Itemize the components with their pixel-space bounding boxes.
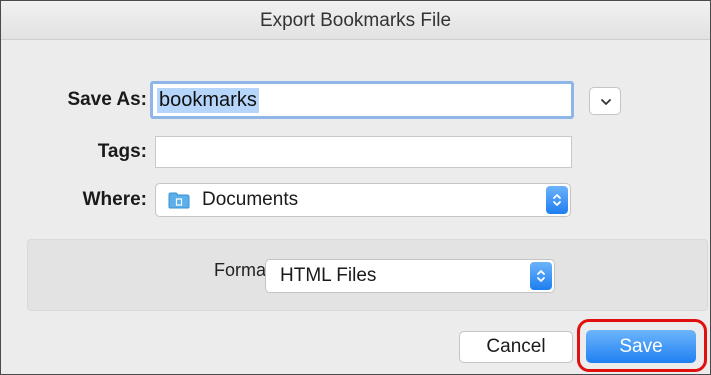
folder-icon bbox=[168, 192, 190, 209]
format-popup-button[interactable]: HTML Files bbox=[265, 259, 555, 293]
expand-dialog-button[interactable] bbox=[589, 87, 621, 115]
format-popup-arrows bbox=[530, 262, 552, 290]
where-value: Documents bbox=[202, 189, 299, 210]
format-label: Format: bbox=[213, 260, 276, 280]
where-label: Where: bbox=[82, 189, 147, 210]
format-value: HTML Files bbox=[280, 265, 377, 286]
save-button[interactable]: Save bbox=[586, 330, 696, 363]
where-popup-button[interactable]: Documents bbox=[155, 183, 571, 217]
chevron-down-icon bbox=[601, 99, 611, 105]
dialog-title: Export Bookmarks File bbox=[259, 10, 452, 31]
tags-label: Tags: bbox=[97, 141, 147, 162]
tags-input[interactable] bbox=[155, 136, 572, 168]
title-bar: Export Bookmarks File bbox=[1, 1, 710, 40]
where-popup-arrows bbox=[546, 186, 568, 214]
up-down-arrows-icon bbox=[537, 270, 545, 282]
save-as-selected-text: bookmarks bbox=[157, 88, 259, 113]
save-as-label: Save As: bbox=[67, 89, 147, 110]
export-bookmarks-dialog: Export Bookmarks File Save As: bookmarks… bbox=[0, 0, 711, 375]
cancel-button[interactable]: Cancel bbox=[459, 331, 573, 363]
save-as-input[interactable]: bookmarks bbox=[150, 81, 574, 119]
up-down-arrows-icon bbox=[553, 194, 561, 206]
